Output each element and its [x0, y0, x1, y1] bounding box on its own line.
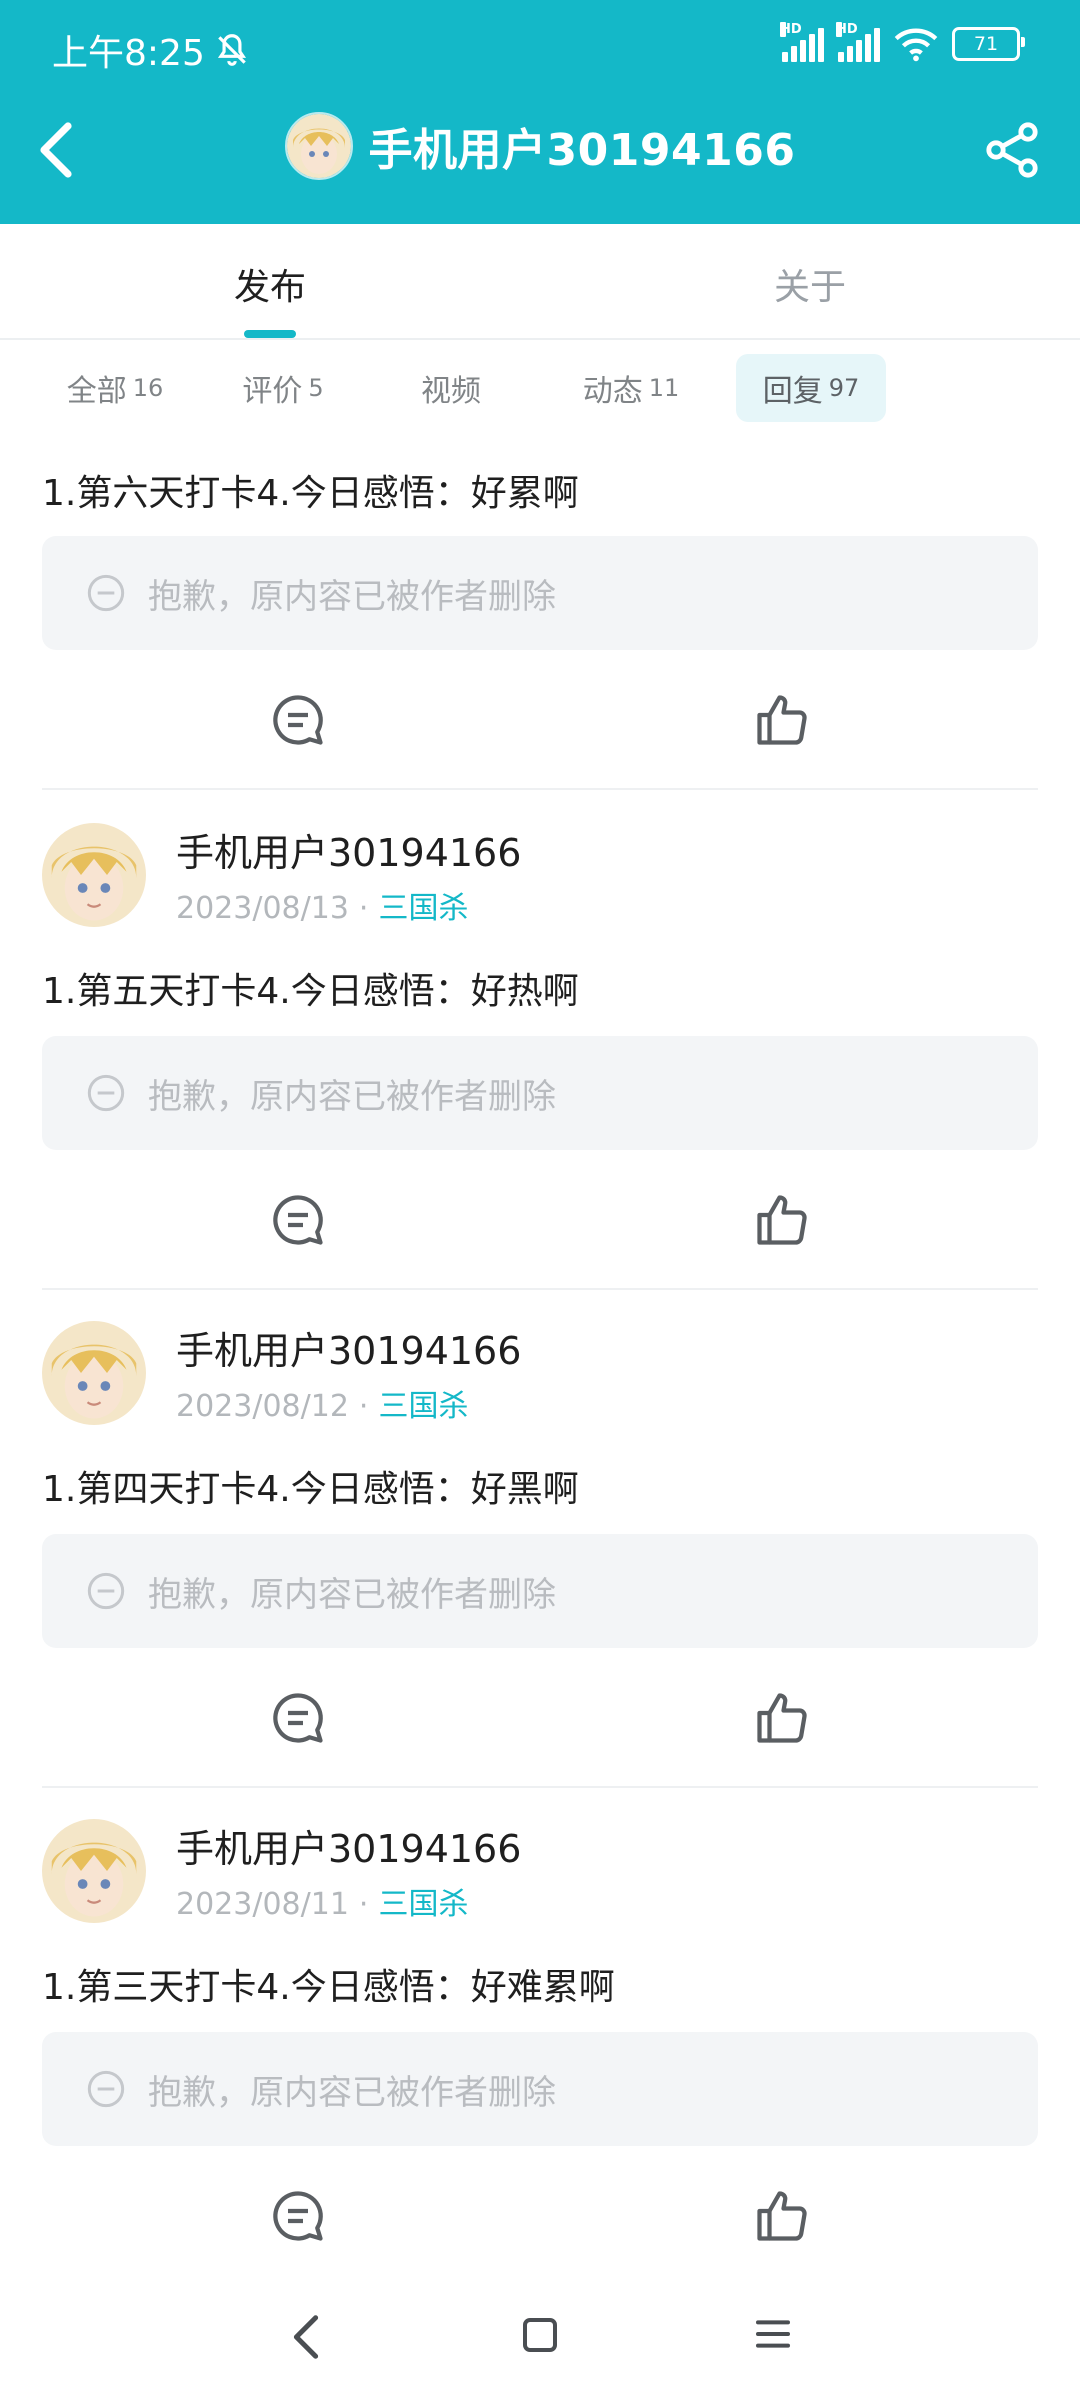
- post-header: 手机用户30194166 2023/08/12 · 三国杀: [42, 1320, 521, 1425]
- post-meta: 手机用户30194166 2023/08/11 · 三国杀: [176, 1818, 521, 1923]
- username[interactable]: 手机用户30194166: [176, 1320, 521, 1375]
- username[interactable]: 手机用户30194166: [176, 1818, 521, 1873]
- minus-circle-icon: [87, 2070, 125, 2108]
- comment-icon[interactable]: [268, 1190, 328, 1250]
- game-tag[interactable]: 三国杀: [378, 1887, 468, 1922]
- comment-icon[interactable]: [268, 2186, 328, 2246]
- signal-icon: HD: [836, 22, 880, 62]
- post-date: 2023/08/12: [176, 1389, 349, 1424]
- minus-circle-icon: [87, 1074, 125, 1112]
- avatar[interactable]: [284, 112, 353, 180]
- post-text: 1.第六天打卡4.今日感悟：好累啊: [42, 473, 579, 514]
- divider: [42, 1288, 1038, 1290]
- list-item: 1.第六天打卡4.今日感悟：好累啊 抱歉，原内容已被作者删除: [0, 460, 1080, 790]
- post-text: 1.第四天打卡4.今日感悟：好黑啊: [42, 1469, 579, 1510]
- mute-bell-icon: [217, 34, 246, 66]
- filter-replies[interactable]: 回复 97: [736, 354, 886, 422]
- profile-tabs: 发布 关于: [0, 224, 1080, 340]
- nav-home-icon[interactable]: [520, 2314, 560, 2356]
- filter-reviews[interactable]: 评价 5: [190, 354, 376, 422]
- deleted-content-notice: 抱歉，原内容已被作者删除: [42, 1534, 1038, 1648]
- post-actions: [0, 690, 1080, 760]
- deleted-content-notice: 抱歉，原内容已被作者删除: [42, 2032, 1038, 2146]
- deleted-content-notice: 抱歉，原内容已被作者删除: [42, 536, 1038, 650]
- comment-icon[interactable]: [268, 1688, 328, 1748]
- post-meta: 手机用户30194166 2023/08/12 · 三国杀: [176, 1320, 521, 1425]
- post-actions: [0, 1688, 1080, 1758]
- filter-all[interactable]: 全部 16: [40, 354, 190, 422]
- post-header: 手机用户30194166 2023/08/11 · 三国杀: [42, 1818, 521, 1923]
- game-tag[interactable]: 三国杀: [378, 891, 468, 926]
- thumbs-up-icon[interactable]: [752, 2186, 812, 2246]
- nav-back-icon[interactable]: [286, 2312, 326, 2362]
- time-text: 上午8:25: [52, 33, 205, 74]
- separator-dot: ·: [358, 891, 369, 926]
- thumbs-up-icon[interactable]: [752, 690, 812, 750]
- comment-icon[interactable]: [268, 690, 328, 750]
- list-item: 手机用户30194166 2023/08/11 · 三国杀 1.第三天打卡4.今日感…: [0, 1818, 1080, 2258]
- avatar[interactable]: [42, 822, 146, 927]
- page-title: 手机用户30194166: [368, 125, 796, 176]
- minus-circle-icon: [87, 574, 125, 612]
- list-item: 手机用户30194166 2023/08/13 · 三国杀 1.第五天打卡4.今日感…: [0, 822, 1080, 1290]
- wifi-icon: [894, 28, 938, 62]
- app-header: 上午8:25 HD HD 71 手机用户30194166: [0, 0, 1080, 224]
- post-subline: 2023/08/12 · 三国杀: [176, 1381, 521, 1425]
- post-meta: 手机用户30194166 2023/08/13 · 三国杀: [176, 822, 521, 927]
- nav-menu-icon[interactable]: [752, 2314, 794, 2354]
- post-subline: 2023/08/11 · 三国杀: [176, 1879, 521, 1923]
- share-icon[interactable]: [984, 122, 1040, 178]
- minus-circle-icon: [87, 1572, 125, 1610]
- separator-dot: ·: [358, 1887, 369, 1922]
- post-actions: [0, 2186, 1080, 2256]
- deleted-content-notice: 抱歉，原内容已被作者删除: [42, 1036, 1038, 1150]
- avatar[interactable]: [42, 1320, 146, 1425]
- post-header: 手机用户30194166 2023/08/13 · 三国杀: [42, 822, 521, 927]
- post-date: 2023/08/11: [176, 1887, 349, 1922]
- post-text: 1.第五天打卡4.今日感悟：好热啊: [42, 971, 579, 1012]
- system-nav-bar: [0, 2290, 1080, 2400]
- status-bar-time: 上午8:25: [52, 24, 251, 76]
- post-text: 1.第三天打卡4.今日感悟：好难累啊: [42, 1967, 615, 2008]
- username[interactable]: 手机用户30194166: [176, 822, 521, 877]
- separator-dot: ·: [358, 1389, 369, 1424]
- battery-level: 71: [973, 33, 999, 55]
- filter-chips: 全部 16 评价 5 视频 动态 11 回复 97: [40, 354, 886, 424]
- active-tab-indicator: [244, 330, 296, 338]
- header-title-group: 手机用户30194166: [0, 112, 1080, 180]
- post-subline: 2023/08/13 · 三国杀: [176, 883, 521, 927]
- divider: [42, 1786, 1038, 1788]
- thumbs-up-icon[interactable]: [752, 1688, 812, 1748]
- signal-icon: HD: [780, 22, 824, 62]
- game-tag[interactable]: 三国杀: [378, 1389, 468, 1424]
- list-item: 手机用户30194166 2023/08/12 · 三国杀 1.第四天打卡4.今日感…: [0, 1320, 1080, 1788]
- post-actions: [0, 1190, 1080, 1260]
- battery-icon: 71: [952, 27, 1025, 61]
- tab-about[interactable]: 关于: [710, 258, 910, 310]
- filter-moments[interactable]: 动态 11: [526, 354, 736, 422]
- divider: [42, 788, 1038, 790]
- status-icons: HD HD 71: [780, 22, 1025, 62]
- thumbs-up-icon[interactable]: [752, 1190, 812, 1250]
- post-date: 2023/08/13: [176, 891, 349, 926]
- filter-videos[interactable]: 视频: [376, 354, 526, 422]
- tab-publish[interactable]: 发布: [170, 258, 370, 310]
- avatar[interactable]: [42, 1818, 146, 1923]
